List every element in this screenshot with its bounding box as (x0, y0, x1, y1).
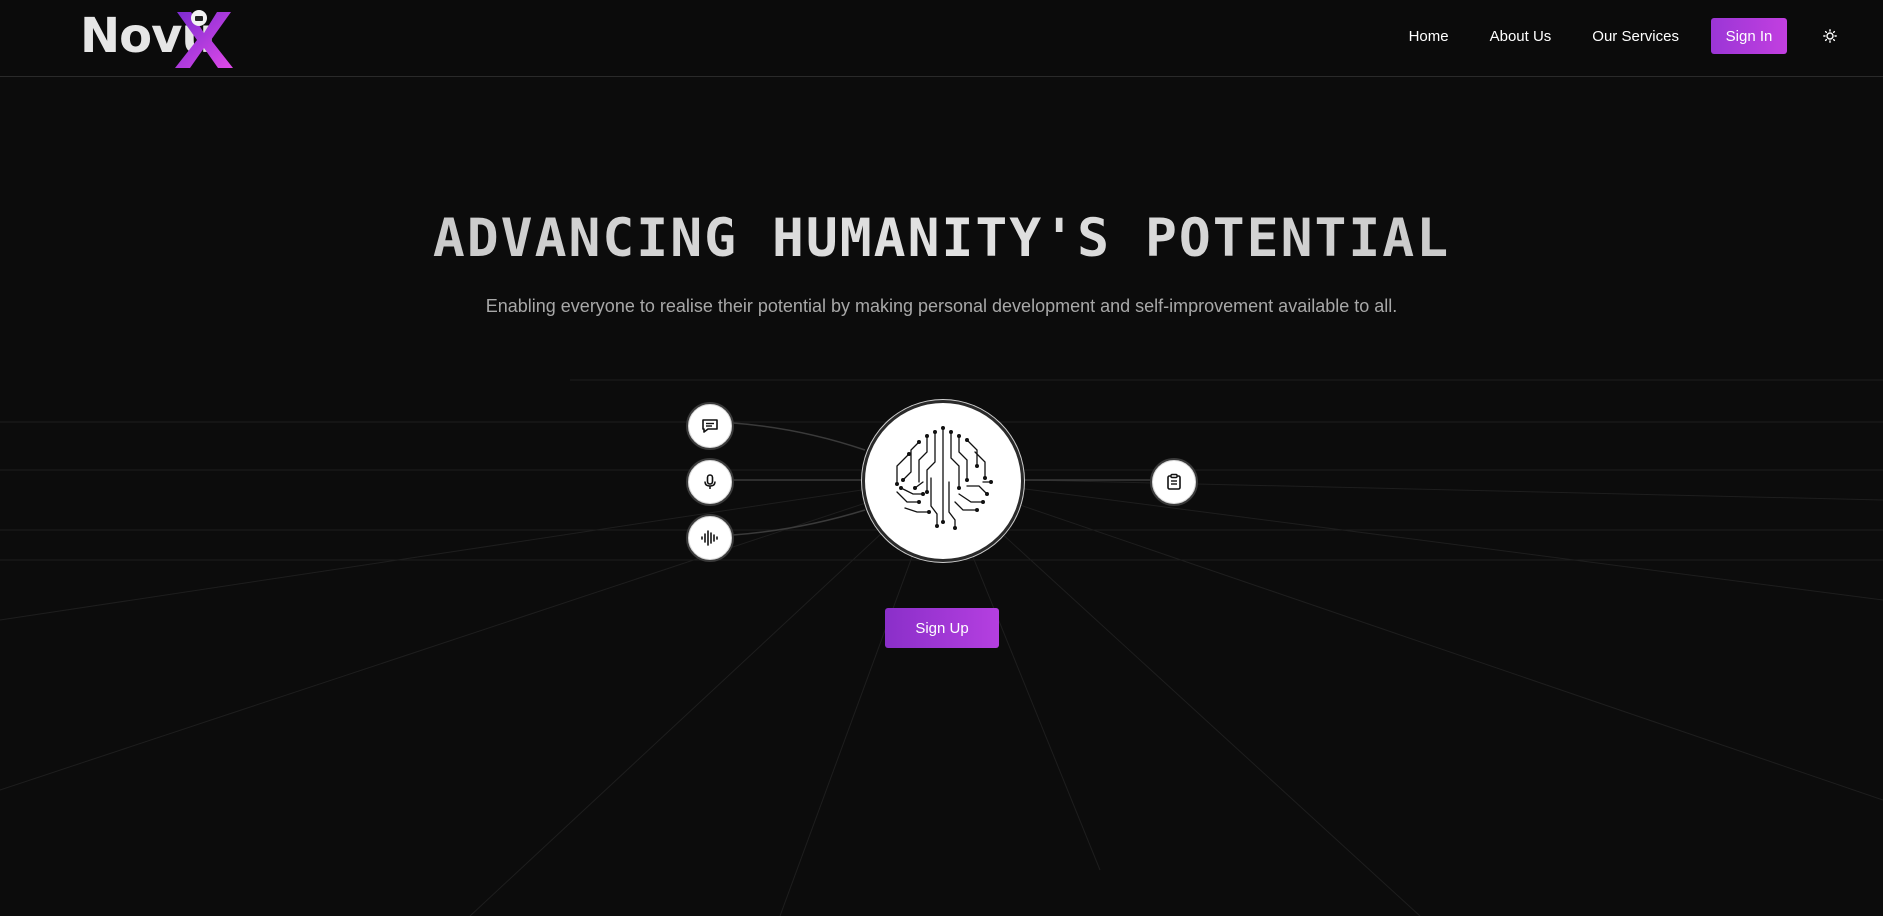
chat-icon[interactable] (686, 402, 734, 450)
hero-title: ADVANCING HUMANITY'S POTENTIAL (0, 208, 1883, 269)
nav-home-link[interactable]: Home (1409, 28, 1449, 45)
main-nav: Home About Us Our Services Sign In (1409, 0, 1883, 72)
sun-icon[interactable] (1821, 27, 1839, 45)
circuit-brain-icon (862, 400, 1024, 562)
brand-logo[interactable]: Novu (80, 4, 233, 68)
audio-waveform-icon[interactable] (686, 514, 734, 562)
sign-up-button[interactable]: Sign Up (885, 608, 999, 648)
brand-x-mark (175, 10, 233, 68)
nav-services-link[interactable]: Our Services (1592, 28, 1679, 45)
sign-in-button[interactable]: Sign In (1711, 18, 1787, 54)
site-header: Novu Home About Us Our Services Sign In (0, 0, 1883, 77)
microphone-icon[interactable] (686, 458, 734, 506)
hero-subtitle: Enabling everyone to realise their poten… (485, 296, 1398, 316)
clipboard-icon[interactable] (1150, 458, 1198, 506)
nav-about-link[interactable]: About Us (1490, 28, 1552, 45)
